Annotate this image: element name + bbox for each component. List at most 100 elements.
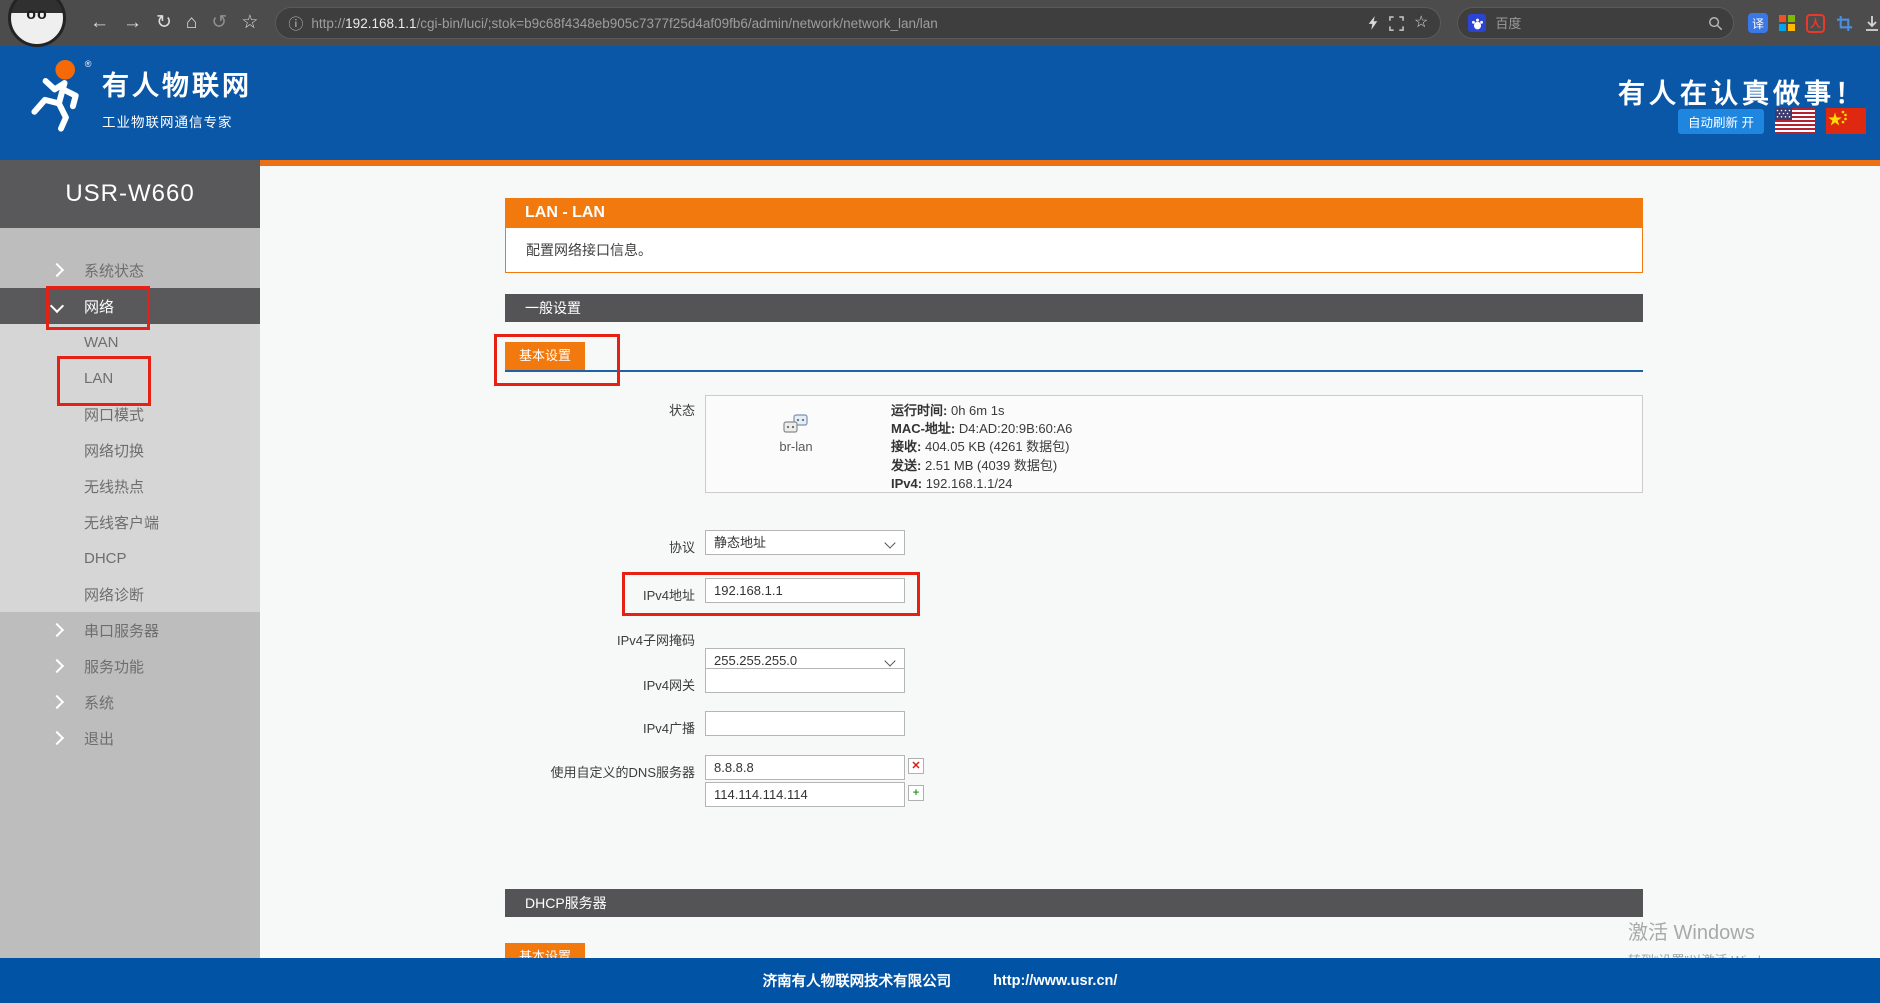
chevron-right-icon — [50, 731, 64, 745]
auto-refresh-toggle[interactable]: 自动刷新 开 — [1678, 109, 1764, 134]
dns-input-1[interactable] — [705, 755, 905, 780]
sidebar-item-port-mode[interactable]: 网口模式 — [0, 396, 260, 432]
section-general-settings: 一般设置 — [505, 294, 1643, 322]
ipv4-address-label: IPv4地址 — [438, 585, 695, 604]
favorite-star-icon[interactable]: ☆ — [1414, 15, 1428, 31]
brand-subtitle: 工业物联网通信专家 — [102, 111, 252, 131]
back-icon[interactable]: ← — [90, 0, 109, 46]
interface-cell: br-lan — [746, 414, 846, 454]
tab-underline — [505, 370, 1643, 372]
sidebar-item-label: WAN — [84, 334, 118, 351]
sidebar-item-serial-server[interactable]: 串口服务器 — [0, 612, 260, 648]
cn-flag-icon[interactable] — [1826, 108, 1866, 134]
sidebar-item-wan[interactable]: WAN — [0, 324, 260, 360]
flash-icon[interactable] — [1367, 15, 1379, 31]
netmask-label: IPv4子网掩码 — [438, 630, 695, 649]
sidebar-item-label: 系统 — [84, 692, 114, 713]
reload-icon[interactable]: ↻ — [156, 0, 172, 46]
address-bar[interactable]: ⓘ http://192.168.1.1/cgi-bin/luci/;stok=… — [275, 7, 1441, 39]
header-slogan: 有人在认真做事！ — [1618, 72, 1866, 111]
sidebar-item-system-status[interactable]: 系统状态 — [0, 252, 260, 288]
sidebar-item-label: 无线客户端 — [84, 512, 159, 533]
footer-website-link[interactable]: http://www.usr.cn/ — [993, 973, 1117, 989]
sidebar-item-label: LAN — [84, 370, 113, 387]
sidebar-item-network[interactable]: 网络 — [0, 288, 260, 324]
interface-name: br-lan — [746, 439, 846, 454]
search-box[interactable] — [1457, 7, 1734, 39]
dns-add-icon[interactable]: + — [908, 785, 924, 801]
search-input[interactable] — [1493, 15, 1708, 32]
avatar-glasses-icon: oo — [11, 6, 63, 24]
home-icon[interactable]: ⌂ — [186, 0, 197, 46]
dns-input-2[interactable] — [705, 782, 905, 807]
page-title: LAN - LAN — [505, 198, 1643, 228]
us-flag-icon[interactable] — [1775, 108, 1815, 134]
sidebar-item-label: 网络 — [84, 296, 114, 317]
chevron-right-icon — [50, 659, 64, 673]
brand-title: 有人物联网 — [102, 64, 252, 103]
bookmark-star-icon[interactable]: ☆ — [241, 0, 258, 46]
browser-toolbar: oo ← → ↻ ⌂ ↺ ☆ ⓘ http://192.168.1.1/cgi-… — [0, 0, 1880, 46]
status-uptime: 运行时间: 0h 6m 1s — [891, 402, 1072, 420]
section-dhcp-server: DHCP服务器 — [505, 889, 1643, 917]
sidebar-item-label: 网口模式 — [84, 404, 144, 425]
status-label: 状态 — [438, 400, 695, 419]
url-scheme: http:// — [311, 16, 345, 31]
page-footer: 济南有人物联网技术有限公司 http://www.usr.cn/ — [0, 958, 1880, 1003]
broadcast-label: IPv4广播 — [438, 718, 695, 737]
sidebar-item-label: 服务功能 — [84, 656, 144, 677]
bridge-interface-icon — [783, 414, 809, 436]
protocol-select[interactable]: 静态地址 — [705, 530, 905, 555]
brand-block: 有人物联网 工业物联网通信专家 — [102, 64, 252, 131]
sidebar-item-wireless-client[interactable]: 无线客户端 — [0, 504, 260, 540]
site-info-icon[interactable]: ⓘ — [288, 13, 303, 34]
status-mac: MAC-地址: D4:AD:20:9B:60:A6 — [891, 420, 1072, 438]
gateway-input[interactable] — [705, 668, 905, 693]
usr-logo: ® — [26, 56, 96, 139]
netmask-selected-value: 255.255.255.0 — [714, 653, 797, 668]
sidebar-item-logout[interactable]: 退出 — [0, 720, 260, 756]
sidebar-item-label: DHCP — [84, 550, 127, 567]
sidebar-item-label: 网络诊断 — [84, 584, 144, 605]
download-icon[interactable] — [1864, 15, 1880, 32]
status-rx: 接收: 404.05 KB (4261 数据包) — [891, 438, 1072, 456]
chevron-down-icon — [884, 655, 895, 666]
sidebar-item-label: 系统状态 — [84, 260, 144, 281]
sidebar-item-service-function[interactable]: 服务功能 — [0, 648, 260, 684]
sidebar-item-network-diagnostics[interactable]: 网络诊断 — [0, 576, 260, 612]
gateway-label: IPv4网关 — [438, 675, 695, 694]
baidu-logo-icon — [1468, 14, 1486, 32]
crop-extension-icon[interactable] — [1836, 15, 1853, 32]
watermark-line1: 激活 Windows — [1628, 916, 1797, 945]
forward-icon[interactable]: → — [123, 0, 142, 46]
site-header: ® 有人物联网 工业物联网通信专家 有人在认真做事！ 自动刷新 开 — [0, 46, 1880, 166]
ipv4-address-input[interactable] — [705, 578, 905, 603]
reader-mode-icon[interactable] — [1389, 16, 1404, 31]
tab-basic-settings[interactable]: 基本设置 — [505, 342, 585, 370]
sidebar-item-label: 网络切换 — [84, 440, 144, 461]
sidebar-item-lan[interactable]: LAN — [0, 360, 260, 396]
chevron-right-icon — [50, 695, 64, 709]
chevron-right-icon — [50, 263, 64, 277]
sidebar-item-label: 退出 — [84, 728, 114, 749]
sidebar-item-network-switch[interactable]: 网络切换 — [0, 432, 260, 468]
broadcast-input[interactable] — [705, 711, 905, 736]
status-ipv4: IPv4: 192.168.1.1/24 — [891, 475, 1072, 493]
grid-extension-icon[interactable] — [1779, 15, 1795, 31]
extension-icons: 译 人 — [1748, 13, 1880, 33]
screen: oo ← → ↻ ⌂ ↺ ☆ ⓘ http://192.168.1.1/cgi-… — [0, 0, 1880, 1003]
sidebar-item-system[interactable]: 系统 — [0, 684, 260, 720]
interface-status-box: br-lan 运行时间: 0h 6m 1s MAC-地址: D4:AD:20:9… — [705, 395, 1643, 493]
url-text[interactable]: http://192.168.1.1/cgi-bin/luci/;stok=b9… — [311, 16, 1359, 31]
url-host: 192.168.1.1 — [345, 16, 416, 31]
search-icon[interactable] — [1708, 16, 1723, 31]
pdf-extension-icon[interactable]: 人 — [1806, 14, 1825, 33]
restore-session-icon[interactable]: ↺ — [211, 0, 227, 46]
sidebar-item-wireless-ap[interactable]: 无线热点 — [0, 468, 260, 504]
sidebar-item-dhcp[interactable]: DHCP — [0, 540, 260, 576]
browser-profile-avatar[interactable]: oo — [8, 0, 66, 47]
device-model-title: USR-W660 — [0, 160, 260, 228]
dns-remove-icon[interactable]: ✕ — [908, 758, 924, 774]
translate-extension-icon[interactable]: 译 — [1748, 13, 1768, 33]
url-path: /cgi-bin/luci/;stok=b9c68f4348eb905c7377… — [417, 16, 938, 31]
